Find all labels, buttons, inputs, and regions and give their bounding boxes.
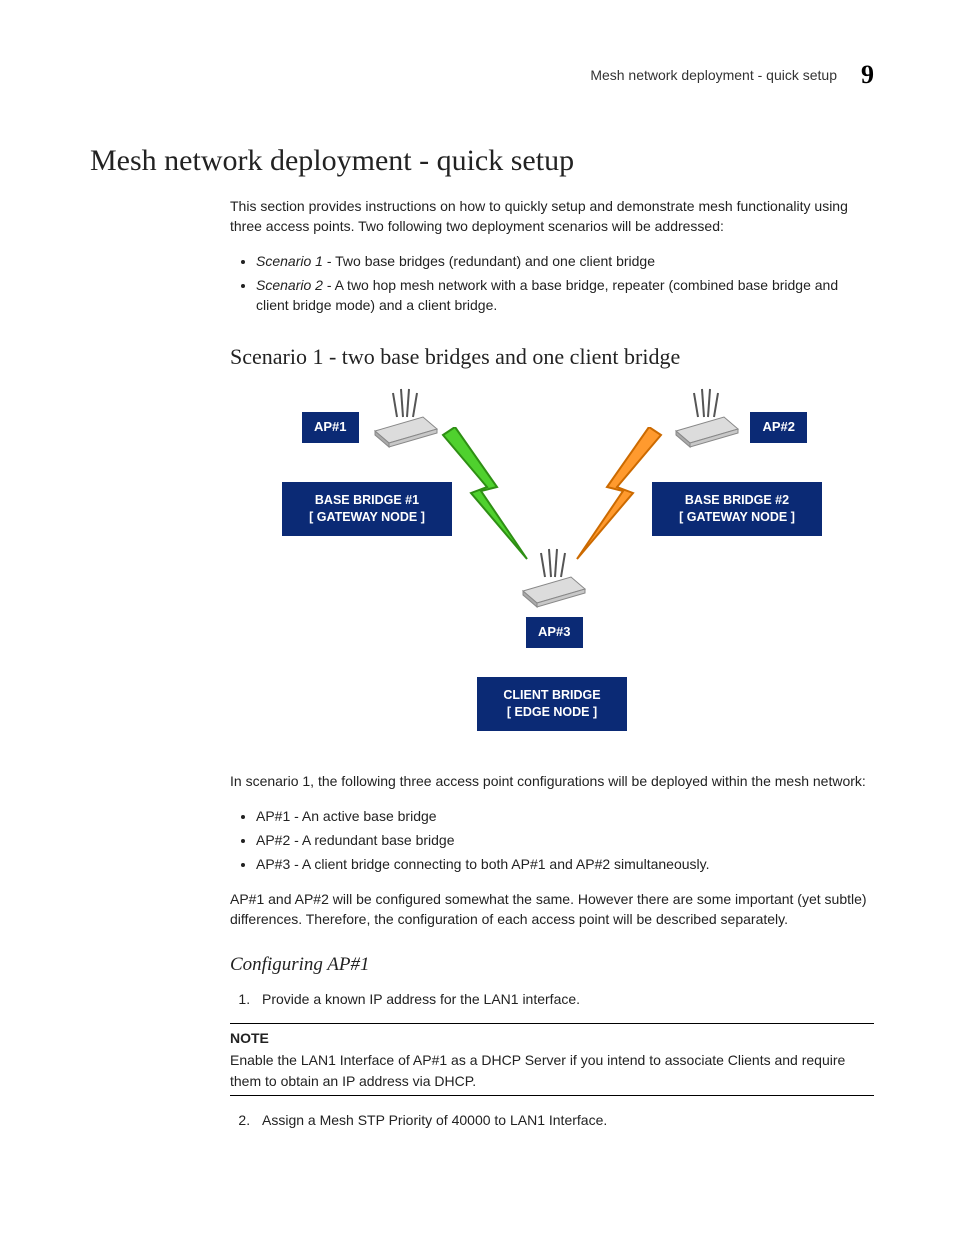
intro-block: This section provides instructions on ho…	[230, 196, 874, 1130]
lightning-icon	[437, 427, 557, 567]
scenario-1-description: In scenario 1, the following three acces…	[230, 771, 874, 791]
scenario-1-label: Scenario 1	[256, 253, 323, 269]
access-point-icon	[367, 387, 441, 449]
access-point-icon	[668, 387, 742, 449]
config-steps-2: Assign a Mesh STP Priority of 40000 to L…	[230, 1110, 874, 1130]
cb-line2: [ EDGE NODE ]	[507, 705, 597, 719]
bb1-line1: BASE BRIDGE #1	[315, 493, 419, 507]
scenario-2-desc: - A two hop mesh network with a base bri…	[256, 277, 838, 313]
list-item: AP#2 - A redundant base bridge	[256, 830, 874, 850]
running-header: Mesh network deployment - quick setup 9	[90, 60, 874, 90]
cb-line1: CLIENT BRIDGE	[503, 688, 600, 702]
base-bridge-2-box: BASE BRIDGE #2 [ GATEWAY NODE ]	[652, 482, 822, 536]
note-text: Enable the LAN1 Interface of AP#1 as a D…	[230, 1050, 874, 1091]
config-steps-1: Provide a known IP address for the LAN1 …	[230, 989, 874, 1009]
intro-text: This section provides instructions on ho…	[230, 196, 874, 237]
list-item: AP#1 - An active base bridge	[256, 806, 874, 826]
access-point-icon	[515, 547, 589, 609]
ap2-label: AP#2	[750, 412, 807, 443]
bb2-line2: [ GATEWAY NODE ]	[679, 510, 795, 524]
page-title: Mesh network deployment - quick setup	[90, 144, 874, 178]
note-block: NOTE Enable the LAN1 Interface of AP#1 a…	[230, 1023, 874, 1096]
step-1: Provide a known IP address for the LAN1 …	[254, 989, 874, 1009]
page: Mesh network deployment - quick setup 9 …	[0, 0, 954, 1235]
client-bridge-box: CLIENT BRIDGE [ EDGE NODE ]	[477, 677, 627, 731]
scenario-1-heading: Scenario 1 - two base bridges and one cl…	[230, 341, 874, 373]
scenario-2-label: Scenario 2	[256, 277, 323, 293]
network-diagram: AP#1 AP#2	[292, 387, 812, 757]
bb1-line2: [ GATEWAY NODE ]	[309, 510, 425, 524]
configuring-ap1-heading: Configuring AP#1	[230, 951, 874, 979]
running-header-number: 9	[861, 60, 874, 90]
running-header-text: Mesh network deployment - quick setup	[590, 67, 837, 83]
step-2: Assign a Mesh STP Priority of 40000 to L…	[254, 1110, 874, 1130]
ap1-label: AP#1	[302, 412, 359, 443]
scenario-1-post-bullets: AP#1 and AP#2 will be configured somewha…	[230, 889, 874, 930]
list-item: AP#3 - A client bridge connecting to bot…	[256, 854, 874, 874]
bb2-line1: BASE BRIDGE #2	[685, 493, 789, 507]
ap3-label: AP#3	[526, 617, 583, 648]
scenario-1-desc: - Two base bridges (redundant) and one c…	[323, 253, 655, 269]
base-bridge-1-box: BASE BRIDGE #1 [ GATEWAY NODE ]	[282, 482, 452, 536]
list-item: Scenario 2 - A two hop mesh network with…	[256, 275, 874, 316]
scenario-list: Scenario 1 - Two base bridges (redundant…	[230, 251, 874, 316]
list-item: Scenario 1 - Two base bridges (redundant…	[256, 251, 874, 271]
note-label: NOTE	[230, 1028, 874, 1048]
ap-config-list: AP#1 - An active base bridge AP#2 - A re…	[230, 806, 874, 875]
lightning-icon	[547, 427, 667, 567]
